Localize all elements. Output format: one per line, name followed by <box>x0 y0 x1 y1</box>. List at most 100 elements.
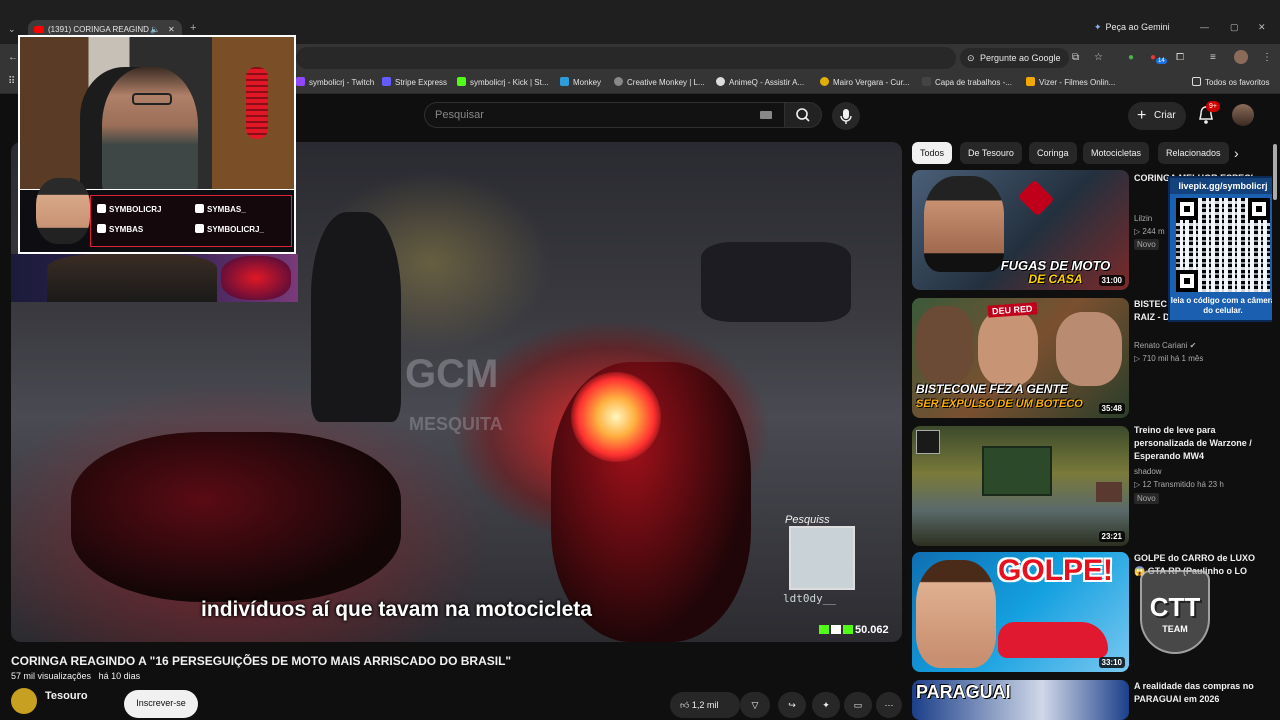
channel-avatar[interactable] <box>11 688 37 714</box>
chip-relacionados[interactable]: Relacionados <box>1158 142 1229 164</box>
qr-caption: leia o código com a câmera do celular. <box>1170 296 1276 315</box>
apps-grid-icon[interactable]: ⠿ <box>8 76 15 87</box>
reading-list-icon[interactable]: ≡ <box>1210 52 1216 63</box>
notification-count-badge: 9+ <box>1206 101 1220 112</box>
clip-button[interactable]: ✦ <box>812 692 840 718</box>
duration-badge: 33:10 <box>1098 657 1125 668</box>
video-thumbnail[interactable]: DEU RED BISTECONE FEZ A GENTE SER EXPULS… <box>912 298 1129 418</box>
rec-channel[interactable]: Lilzin <box>1134 214 1152 223</box>
more-actions-button[interactable]: ⋯ <box>876 692 902 718</box>
livepix-qr-overlay: livepix.gg/symbolicrj leia o código com … <box>1168 176 1278 322</box>
youtube-icon <box>831 625 841 634</box>
ctt-team-logo: CTT TEAM <box>1136 562 1214 658</box>
scrollbar-thumb[interactable] <box>1273 144 1277 200</box>
verified-icon: ✔ <box>1189 341 1197 350</box>
tab-search-icon[interactable]: ⌄ <box>8 24 16 35</box>
bookmark-item[interactable]: Monkey <box>560 77 601 87</box>
small-webcam <box>789 526 855 590</box>
video-thumbnail[interactable]: 23:21 <box>912 426 1129 546</box>
qr-finder-pattern <box>1176 270 1198 292</box>
chip-todos[interactable]: Todos <box>912 142 953 164</box>
like-button[interactable]: 👍︎ 1,2 mil <box>670 692 740 718</box>
all-bookmarks-folder[interactable]: Todos os favoritos <box>1192 77 1269 87</box>
video-watermark-sub: MESQUITA <box>409 414 503 434</box>
channel-name[interactable]: Tesouro <box>45 690 88 702</box>
ask-google-chip[interactable]: Pergunte ao Google <box>960 48 1069 68</box>
create-button[interactable]: + Criar <box>1128 102 1186 130</box>
youtube-favicon-icon <box>34 26 44 33</box>
upload-age: há 10 dias <box>98 671 141 681</box>
plus-icon: + <box>1137 107 1147 124</box>
thumbnail-tag: DEU RED <box>987 302 1037 318</box>
scrollbar-track[interactable] <box>1272 142 1278 716</box>
search-button[interactable] <box>784 102 822 128</box>
maximize-icon[interactable]: ▢ <box>1230 22 1239 33</box>
video-thumbnail[interactable]: PARAGUAI <box>912 680 1129 720</box>
dislike-button[interactable]: ▽ <box>740 692 770 718</box>
thumbnail-face <box>916 306 974 384</box>
bookmark-site-icon <box>922 77 931 86</box>
like-count: 1,2 mil <box>691 700 719 710</box>
bookmark-item[interactable]: Creative Monkey | L... <box>614 77 705 87</box>
rec-channel[interactable]: Renato Cariani ✔ <box>1134 341 1196 350</box>
bookmark-site-icon <box>820 77 829 86</box>
folder-icon <box>1192 77 1201 86</box>
muzzle-flash <box>571 372 661 462</box>
bookmark-item[interactable]: Vizer - Filmes Onlin... <box>1026 77 1115 87</box>
extension-green-icon[interactable]: ● <box>1128 52 1134 63</box>
back-icon[interactable]: ← <box>8 52 18 63</box>
minimap-shape <box>916 430 940 454</box>
facecam-shape <box>1096 482 1122 502</box>
chip-de-tesouro[interactable]: De Tesouro <box>960 142 1022 164</box>
more-icon: ⋯ <box>884 700 894 710</box>
window-close-icon[interactable]: ✕ <box>1258 22 1266 33</box>
social-handles-box: SYMBOLICRJ SYMBAS_ SYMBAS SYMBOLICRJ_ <box>90 195 292 247</box>
thumbs-down-icon: ▽ <box>751 700 759 710</box>
kick-icon <box>819 625 829 634</box>
share-button[interactable]: ↪ <box>778 692 806 718</box>
bookmark-item[interactable]: Mairo Vergara - Cur... <box>820 77 909 87</box>
extensions-puzzle-icon[interactable]: ⧠ <box>1176 52 1184 63</box>
chip-motocicletas[interactable]: Motocicletas <box>1083 142 1150 164</box>
rec-title[interactable]: Treino de leve para personalizada de War… <box>1134 424 1264 464</box>
bookmark-item[interactable]: AnimeQ - Assistir A... <box>716 77 804 87</box>
extension-badge: 14 <box>1156 58 1167 64</box>
chevron-right-icon[interactable]: › <box>1234 144 1252 162</box>
account-avatar[interactable] <box>1232 104 1254 126</box>
streamer-person <box>102 67 198 189</box>
chip-coringa[interactable]: Coringa <box>1029 142 1077 164</box>
globe-icon <box>716 77 725 86</box>
bookmark-item[interactable]: symbolicrj - Kick | St... <box>457 77 549 87</box>
rec-channel[interactable]: shadow <box>1134 467 1162 476</box>
address-bar[interactable] <box>296 47 956 69</box>
search-input[interactable]: Pesquisar <box>424 102 784 128</box>
save-button[interactable]: ▭ <box>844 692 872 718</box>
thumbnail-face <box>978 310 1038 386</box>
thumbs-up-icon: 👍︎ <box>680 700 692 710</box>
video-thumbnail[interactable]: FUGAS DE MOTO DE CASA 31:00 <box>912 170 1129 290</box>
ask-gemini-button[interactable]: Peça ao Gemini <box>1094 22 1170 33</box>
new-tab-icon[interactable]: + <box>190 22 196 34</box>
instagram-icon <box>195 204 204 213</box>
thumbnail-text: PARAGUAI <box>916 682 1011 702</box>
video-subtitle: indivíduos aí que tavam na motocicleta <box>201 598 592 621</box>
chrome-menu-icon[interactable]: ⋮ <box>1262 52 1272 63</box>
thumbnail-text: DE CASA <box>1028 272 1083 286</box>
video-thumbnail[interactable]: GOLPE! 33:10 <box>912 552 1129 672</box>
view-count: 57 mil visualizações <box>11 671 92 681</box>
voice-search-button[interactable] <box>832 102 860 130</box>
subscribe-button[interactable]: Inscrever-se <box>124 690 198 718</box>
install-app-icon[interactable]: ⧉ <box>1072 52 1079 63</box>
bookmark-star-icon[interactable]: ☆ <box>1094 52 1103 63</box>
social-handle: SYMBOLICRJ_ <box>195 224 264 234</box>
bookmark-item[interactable]: symbolicrj - Twitch <box>296 77 374 87</box>
minimize-icon[interactable]: — <box>1200 22 1209 32</box>
bookmark-item[interactable]: Capa de trabalhos -... <box>922 77 1012 87</box>
profile-avatar[interactable] <box>1234 50 1248 64</box>
keyboard-icon[interactable] <box>760 111 772 119</box>
twitch-icon <box>97 204 106 213</box>
thumbnail-text: GOLPE! <box>997 554 1113 587</box>
bookmark-item[interactable]: Stripe Express <box>382 77 447 87</box>
rec-title[interactable]: A realidade das compras no PARAGUAI em 2… <box>1134 680 1264 720</box>
new-badge: Novo <box>1134 239 1159 250</box>
